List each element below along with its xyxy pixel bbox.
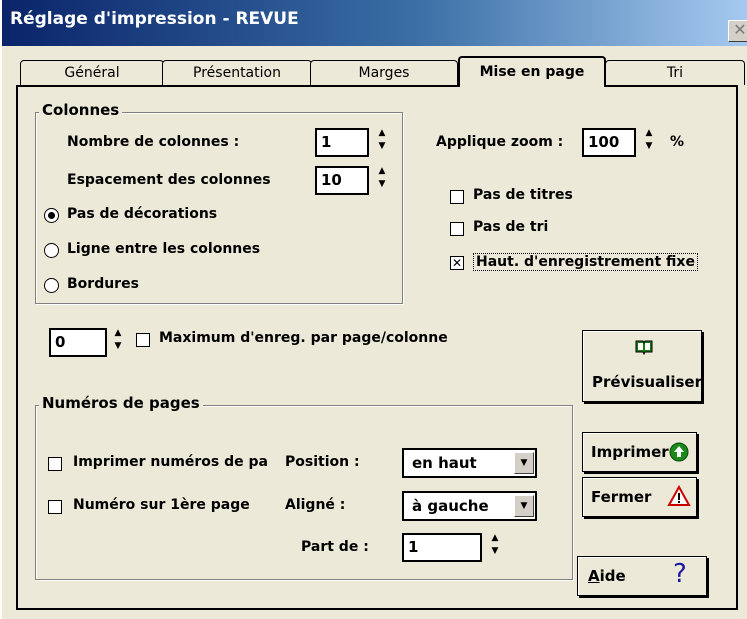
close-button[interactable]: Fermer (582, 477, 697, 517)
spin-up-icon[interactable]: ▲ (488, 533, 502, 546)
checkbox-no-titles-label: Pas de titres (473, 187, 573, 203)
green-arrow-up-icon (669, 442, 689, 466)
tab-tri[interactable]: Tri (605, 60, 745, 85)
checkbox-print-page-numbers-label: Imprimer numéros de pa (73, 454, 268, 470)
checkbox-fixed-record-height-label: Haut. d'enregistrement fixe (473, 253, 698, 271)
column-spacing-label: Espacement des colonnes (67, 172, 271, 188)
spin-down-icon[interactable]: ▼ (111, 341, 125, 354)
radio-borders-label: Bordures (67, 276, 139, 292)
title-bar: Réglage d'impression - REVUE ✕ (2, 0, 747, 46)
checkbox-first-page-number[interactable] (48, 500, 62, 514)
radio-no-decorations[interactable] (44, 208, 59, 223)
radio-column-lines-label: Ligne entre les colonnes (67, 241, 261, 257)
help-button[interactable]: Aide ? (577, 556, 707, 596)
warning-triangle-icon (667, 484, 691, 511)
start-from-spinner[interactable]: 1 ▲ ▼ (402, 533, 502, 562)
tab-marges-label: Marges (358, 65, 410, 81)
checkbox-no-sort[interactable] (450, 222, 464, 236)
chevron-down-icon[interactable]: ▼ (514, 495, 534, 517)
book-icon (635, 339, 653, 359)
checkbox-print-page-numbers[interactable] (48, 457, 62, 471)
tab-tri-label: Tri (666, 65, 684, 81)
columns-group-title: Colonnes (39, 101, 123, 119)
spin-down-icon[interactable]: ▼ (488, 546, 502, 559)
align-select[interactable]: à gauche ▼ (402, 491, 537, 521)
column-spacing-arrows[interactable]: ▲ ▼ (375, 166, 389, 195)
spin-down-icon[interactable]: ▼ (375, 179, 389, 192)
zoom-unit: % (670, 134, 685, 150)
spin-down-icon[interactable]: ▼ (375, 141, 389, 154)
tab-general[interactable]: Général (20, 60, 164, 85)
tab-mise-en-page[interactable]: Mise en page (458, 56, 606, 87)
column-count-label: Nombre de colonnes : (67, 134, 240, 150)
radio-no-decorations-label: Pas de décorations (67, 206, 218, 222)
help-button-label: Aide (588, 567, 626, 585)
close-button-label: Fermer (591, 488, 652, 506)
zoom-arrows[interactable]: ▲ ▼ (642, 128, 656, 157)
column-spacing-spinner[interactable]: 10 ▲ ▼ (315, 166, 395, 195)
tab-presentation[interactable]: Présentation (162, 60, 312, 85)
window-title: Réglage d'impression - REVUE (10, 9, 299, 29)
checkbox-max-records[interactable] (136, 333, 150, 347)
position-label: Position : (285, 454, 360, 470)
tab-marges[interactable]: Marges (310, 60, 458, 85)
help-button-label-rest: ide (599, 567, 626, 585)
help-button-mnemonic: A (588, 567, 600, 585)
radio-borders[interactable] (44, 278, 59, 293)
column-count-arrows[interactable]: ▲ ▼ (375, 128, 389, 157)
chevron-down-icon[interactable]: ▼ (514, 452, 534, 474)
question-icon: ? (673, 559, 687, 589)
position-select-value: en haut (412, 454, 477, 472)
spin-up-icon[interactable]: ▲ (375, 128, 389, 141)
column-count-input[interactable]: 1 (315, 128, 369, 157)
zoom-input[interactable]: 100 (582, 128, 636, 157)
checkbox-first-page-number-label: Numéro sur 1ère page (73, 497, 250, 513)
tab-presentation-label: Présentation (193, 65, 281, 81)
start-from-arrows[interactable]: ▲ ▼ (488, 533, 502, 562)
page-numbers-group-title: Numéros de pages (39, 394, 203, 412)
checkbox-no-titles[interactable] (450, 190, 464, 204)
checkbox-no-sort-label: Pas de tri (473, 219, 549, 235)
spin-up-icon[interactable]: ▲ (642, 128, 656, 141)
align-label: Aligné : (285, 497, 346, 513)
print-button[interactable]: Imprimer (582, 432, 697, 472)
align-select-value: à gauche (412, 497, 489, 515)
radio-column-lines[interactable] (44, 243, 59, 258)
tab-general-label: Général (64, 65, 120, 81)
start-from-label: Part de : (301, 539, 369, 555)
max-records-spinner[interactable]: 0 ▲ ▼ (49, 328, 135, 357)
spin-up-icon[interactable]: ▲ (111, 328, 125, 341)
tab-mise-en-page-label: Mise en page (479, 64, 585, 80)
column-spacing-input[interactable]: 10 (315, 166, 369, 195)
max-records-arrows[interactable]: ▲ ▼ (111, 328, 125, 357)
zoom-label: Applique zoom : (436, 134, 564, 150)
preview-button[interactable]: Prévisualiser (582, 330, 702, 402)
spin-down-icon[interactable]: ▼ (642, 141, 656, 154)
checkbox-max-records-label: Maximum d'enreg. par page/colonne (159, 330, 448, 346)
spin-up-icon[interactable]: ▲ (375, 166, 389, 179)
start-from-input[interactable]: 1 (402, 533, 482, 562)
column-count-spinner[interactable]: 1 ▲ ▼ (315, 128, 395, 157)
print-settings-dialog: Réglage d'impression - REVUE ✕ Général P… (0, 0, 747, 619)
preview-button-label: Prévisualiser (592, 373, 702, 391)
position-select[interactable]: en haut ▼ (402, 448, 537, 478)
print-button-label: Imprimer (591, 443, 669, 461)
max-records-input[interactable]: 0 (49, 328, 107, 357)
zoom-spinner[interactable]: 100 ▲ ▼ (582, 128, 672, 157)
close-icon[interactable]: ✕ (728, 20, 747, 42)
checkbox-fixed-record-height[interactable]: ✕ (450, 256, 464, 270)
